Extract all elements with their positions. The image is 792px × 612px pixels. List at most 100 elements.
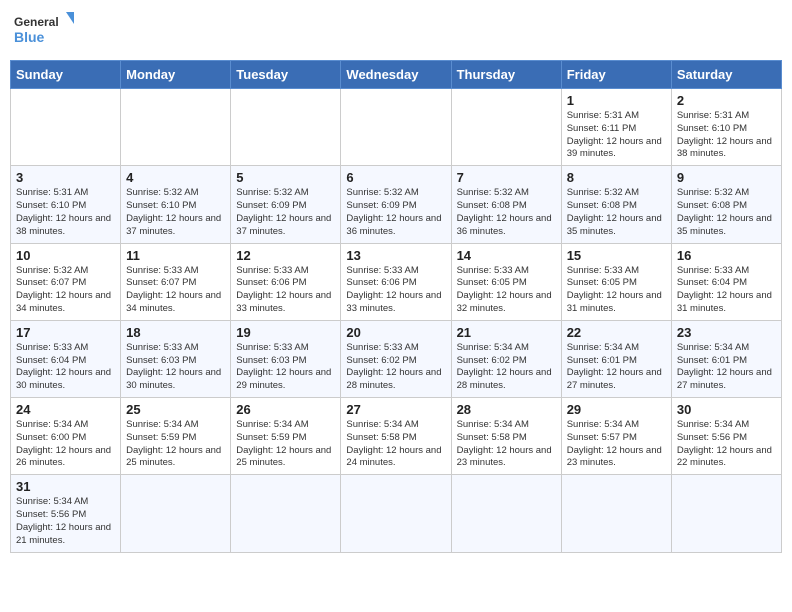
calendar-cell xyxy=(11,89,121,166)
calendar-week-4: 17 Sunrise: 5:33 AM Sunset: 6:04 PM Dayli… xyxy=(11,320,782,397)
calendar-cell xyxy=(341,89,451,166)
calendar-cell: 21Sunrise: 5:34 AM Sunset: 6:02 PM Dayli… xyxy=(451,320,561,397)
weekday-header-row: SundayMondayTuesdayWednesdayThursdayFrid… xyxy=(11,61,782,89)
day-number: 13 xyxy=(346,248,445,263)
logo: General Blue xyxy=(14,10,74,52)
day-number: 27 xyxy=(346,402,445,417)
calendar-cell: 20 Sunrise: 5:33 AM Sunset: 6:02 PM Dayli… xyxy=(341,320,451,397)
day-info: Sunrise: 5:34 AM Sunset: 5:59 PM Dayligh… xyxy=(126,419,225,470)
logo-svg: General Blue xyxy=(14,10,74,52)
day-info: Sunrise: 5:33 AM Sunset: 6:07 PM Dayligh… xyxy=(126,265,225,316)
calendar-cell: 29Sunrise: 5:34 AM Sunset: 5:57 PM Dayli… xyxy=(561,398,671,475)
calendar-cell: 13 Sunrise: 5:33 AM Sunset: 6:06 PM Dayli… xyxy=(341,243,451,320)
svg-text:General: General xyxy=(14,15,59,29)
calendar-cell: 14 Sunrise: 5:33 AM Sunset: 6:05 PM Dayli… xyxy=(451,243,561,320)
calendar-cell: 27 Sunrise: 5:34 AM Sunset: 5:58 PM Dayli… xyxy=(341,398,451,475)
day-info: Sunrise: 5:33 AM Sunset: 6:02 PM Dayligh… xyxy=(346,342,445,393)
weekday-header-monday: Monday xyxy=(121,61,231,89)
day-info: Sunrise: 5:32 AM Sunset: 6:08 PM Dayligh… xyxy=(457,187,556,238)
calendar-week-5: 24Sunrise: 5:34 AM Sunset: 6:00 PM Dayli… xyxy=(11,398,782,475)
calendar-cell: 8 Sunrise: 5:32 AM Sunset: 6:08 PM Daylig… xyxy=(561,166,671,243)
day-number: 31 xyxy=(16,479,115,494)
day-info: Sunrise: 5:32 AM Sunset: 6:10 PM Dayligh… xyxy=(126,187,225,238)
day-number: 11 xyxy=(126,248,225,263)
day-info: Sunrise: 5:31 AM Sunset: 6:10 PM Dayligh… xyxy=(677,110,776,161)
calendar-cell: 12 Sunrise: 5:33 AM Sunset: 6:06 PM Dayli… xyxy=(231,243,341,320)
weekday-header-saturday: Saturday xyxy=(671,61,781,89)
calendar-cell: 22Sunrise: 5:34 AM Sunset: 6:01 PM Dayli… xyxy=(561,320,671,397)
calendar-table: SundayMondayTuesdayWednesdayThursdayFrid… xyxy=(10,60,782,553)
day-number: 15 xyxy=(567,248,666,263)
day-number: 10 xyxy=(16,248,115,263)
day-number: 14 xyxy=(457,248,556,263)
calendar-header: SundayMondayTuesdayWednesdayThursdayFrid… xyxy=(11,61,782,89)
calendar-week-2: 3Sunrise: 5:31 AM Sunset: 6:10 PM Daylig… xyxy=(11,166,782,243)
day-number: 6 xyxy=(346,170,445,185)
day-info: Sunrise: 5:34 AM Sunset: 5:56 PM Dayligh… xyxy=(16,496,115,547)
weekday-header-sunday: Sunday xyxy=(11,61,121,89)
day-info: Sunrise: 5:33 AM Sunset: 6:05 PM Dayligh… xyxy=(457,265,556,316)
calendar-cell xyxy=(121,89,231,166)
day-info: Sunrise: 5:32 AM Sunset: 6:09 PM Dayligh… xyxy=(236,187,335,238)
day-info: Sunrise: 5:34 AM Sunset: 5:58 PM Dayligh… xyxy=(346,419,445,470)
day-info: Sunrise: 5:33 AM Sunset: 6:05 PM Dayligh… xyxy=(567,265,666,316)
weekday-header-friday: Friday xyxy=(561,61,671,89)
weekday-header-tuesday: Tuesday xyxy=(231,61,341,89)
day-info: Sunrise: 5:33 AM Sunset: 6:06 PM Dayligh… xyxy=(346,265,445,316)
day-number: 21 xyxy=(457,325,556,340)
day-number: 1 xyxy=(567,93,666,108)
day-number: 23 xyxy=(677,325,776,340)
day-info: Sunrise: 5:34 AM Sunset: 6:01 PM Dayligh… xyxy=(677,342,776,393)
calendar-cell: 23 Sunrise: 5:34 AM Sunset: 6:01 PM Dayli… xyxy=(671,320,781,397)
calendar-cell xyxy=(341,475,451,552)
day-info: Sunrise: 5:34 AM Sunset: 5:57 PM Dayligh… xyxy=(567,419,666,470)
calendar-cell: 5Sunrise: 5:32 AM Sunset: 6:09 PM Daylig… xyxy=(231,166,341,243)
day-number: 16 xyxy=(677,248,776,263)
day-info: Sunrise: 5:32 AM Sunset: 6:07 PM Dayligh… xyxy=(16,265,115,316)
day-info: Sunrise: 5:33 AM Sunset: 6:04 PM Dayligh… xyxy=(16,342,115,393)
calendar-week-1: 1Sunrise: 5:31 AM Sunset: 6:11 PM Daylig… xyxy=(11,89,782,166)
calendar-cell: 26Sunrise: 5:34 AM Sunset: 5:59 PM Dayli… xyxy=(231,398,341,475)
day-info: Sunrise: 5:33 AM Sunset: 6:06 PM Dayligh… xyxy=(236,265,335,316)
calendar-cell: 4 Sunrise: 5:32 AM Sunset: 6:10 PM Daylig… xyxy=(121,166,231,243)
day-number: 7 xyxy=(457,170,556,185)
calendar-cell xyxy=(121,475,231,552)
day-number: 28 xyxy=(457,402,556,417)
day-info: Sunrise: 5:32 AM Sunset: 6:08 PM Dayligh… xyxy=(567,187,666,238)
day-number: 20 xyxy=(346,325,445,340)
calendar-cell: 2Sunrise: 5:31 AM Sunset: 6:10 PM Daylig… xyxy=(671,89,781,166)
day-info: Sunrise: 5:32 AM Sunset: 6:08 PM Dayligh… xyxy=(677,187,776,238)
day-number: 18 xyxy=(126,325,225,340)
day-info: Sunrise: 5:34 AM Sunset: 5:59 PM Dayligh… xyxy=(236,419,335,470)
header: General Blue xyxy=(10,10,782,52)
calendar-cell xyxy=(231,475,341,552)
calendar-cell xyxy=(671,475,781,552)
calendar-cell: 18 Sunrise: 5:33 AM Sunset: 6:03 PM Dayli… xyxy=(121,320,231,397)
calendar-cell: 30Sunrise: 5:34 AM Sunset: 5:56 PM Dayli… xyxy=(671,398,781,475)
calendar-week-3: 10 Sunrise: 5:32 AM Sunset: 6:07 PM Dayli… xyxy=(11,243,782,320)
calendar-cell: 6 Sunrise: 5:32 AM Sunset: 6:09 PM Daylig… xyxy=(341,166,451,243)
calendar-cell: 10 Sunrise: 5:32 AM Sunset: 6:07 PM Dayli… xyxy=(11,243,121,320)
svg-text:Blue: Blue xyxy=(14,29,45,45)
day-info: Sunrise: 5:33 AM Sunset: 6:03 PM Dayligh… xyxy=(236,342,335,393)
calendar-cell xyxy=(561,475,671,552)
calendar-cell: 25Sunrise: 5:34 AM Sunset: 5:59 PM Dayli… xyxy=(121,398,231,475)
calendar-cell: 11 Sunrise: 5:33 AM Sunset: 6:07 PM Dayli… xyxy=(121,243,231,320)
calendar-cell: 7 Sunrise: 5:32 AM Sunset: 6:08 PM Daylig… xyxy=(451,166,561,243)
calendar-cell: 15 Sunrise: 5:33 AM Sunset: 6:05 PM Dayli… xyxy=(561,243,671,320)
day-number: 22 xyxy=(567,325,666,340)
weekday-header-thursday: Thursday xyxy=(451,61,561,89)
calendar-cell: 17 Sunrise: 5:33 AM Sunset: 6:04 PM Dayli… xyxy=(11,320,121,397)
day-info: Sunrise: 5:34 AM Sunset: 5:58 PM Dayligh… xyxy=(457,419,556,470)
day-number: 8 xyxy=(567,170,666,185)
day-number: 17 xyxy=(16,325,115,340)
day-info: Sunrise: 5:32 AM Sunset: 6:09 PM Dayligh… xyxy=(346,187,445,238)
day-info: Sunrise: 5:33 AM Sunset: 6:03 PM Dayligh… xyxy=(126,342,225,393)
day-number: 4 xyxy=(126,170,225,185)
calendar-cell: 1Sunrise: 5:31 AM Sunset: 6:11 PM Daylig… xyxy=(561,89,671,166)
day-number: 12 xyxy=(236,248,335,263)
day-number: 19 xyxy=(236,325,335,340)
day-number: 24 xyxy=(16,402,115,417)
weekday-header-wednesday: Wednesday xyxy=(341,61,451,89)
calendar-cell xyxy=(451,475,561,552)
